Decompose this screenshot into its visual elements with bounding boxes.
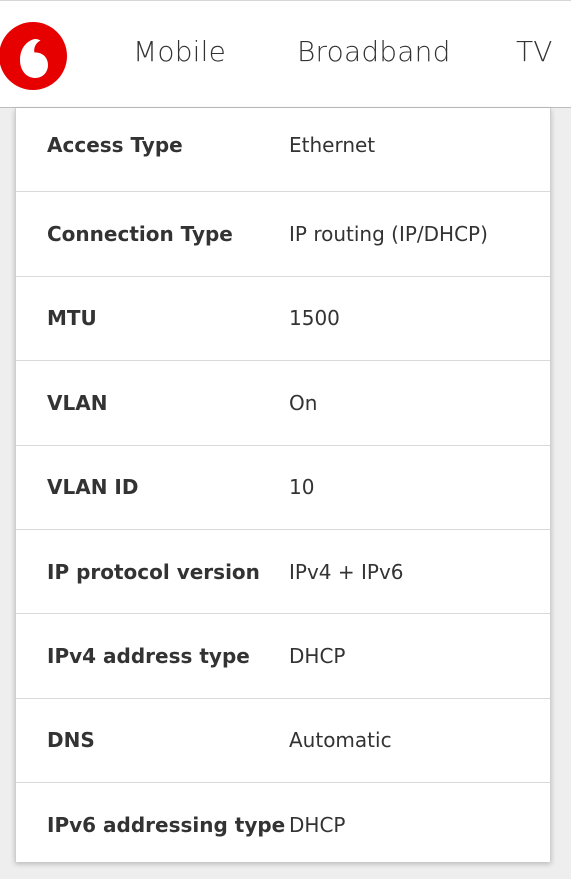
row-label: MTU: [47, 306, 97, 331]
row-label: VLAN: [47, 390, 108, 415]
row-label: Connection Type: [47, 222, 233, 247]
nav-tv[interactable]: TV: [516, 35, 553, 68]
row-value: DHCP: [289, 644, 346, 669]
settings-row-vlan: VLAN On: [16, 361, 550, 446]
nav-mobile[interactable]: Mobile: [133, 35, 226, 68]
row-label: Access Type: [47, 132, 183, 157]
settings-row-dns: DNS Automatic: [16, 699, 550, 784]
row-value: 1500: [289, 306, 340, 331]
settings-row-ipv6-addressing-type: IPv6 addressing type DHCP: [16, 783, 550, 867]
connection-settings-table: Access Type Ethernet Connection Type IP …: [15, 108, 551, 862]
row-value: 10: [289, 475, 315, 500]
settings-row-connection-type: Connection Type IP routing (IP/DHCP): [16, 192, 550, 277]
row-label: VLAN ID: [47, 475, 139, 500]
row-value: Ethernet: [289, 132, 376, 157]
row-value: IP routing (IP/DHCP): [289, 222, 488, 247]
row-value: DHCP: [289, 813, 346, 838]
row-label: IP protocol version: [47, 559, 260, 584]
row-value: On: [289, 390, 318, 415]
nav-broadband[interactable]: Broadband: [297, 35, 451, 68]
vodafone-logo-icon[interactable]: [0, 21, 68, 91]
row-value: Automatic: [289, 728, 392, 753]
settings-row-access-type: Access Type Ethernet: [16, 108, 550, 193]
row-value: IPv4 + IPv6: [289, 559, 404, 584]
row-label: IPv6 addressing type: [47, 813, 286, 838]
settings-row-ipv4-address-type: IPv4 address type DHCP: [16, 614, 550, 699]
site-header: Mobile Broadband TV: [0, 0, 571, 108]
settings-row-ip-protocol-version: IP protocol version IPv4 + IPv6: [16, 530, 550, 615]
row-label: IPv4 address type: [47, 644, 250, 669]
settings-row-mtu: MTU 1500: [16, 277, 550, 362]
settings-row-vlan-id: VLAN ID 10: [16, 446, 550, 530]
row-label: DNS: [47, 728, 95, 753]
